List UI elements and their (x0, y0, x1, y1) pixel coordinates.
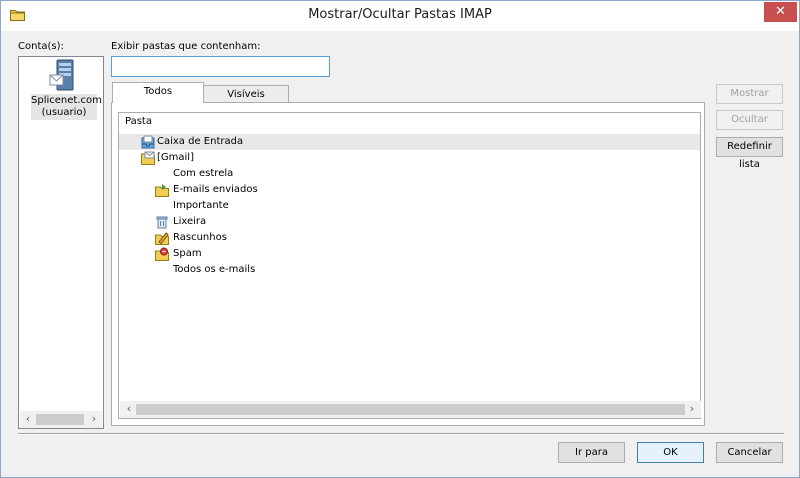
spam-icon (155, 247, 169, 261)
dialog-window: Mostrar/Ocultar Pastas IMAP ✕ Conta(s): … (0, 0, 800, 478)
scroll-thumb[interactable] (36, 414, 84, 425)
scroll-thumb[interactable] (136, 404, 685, 415)
account-name: Splicenet.com (usuario) (31, 94, 102, 120)
tree-row-label: Todos os e-mails (173, 264, 256, 275)
goto-button-label: Ir para (575, 447, 608, 458)
hide-button-label: Ocultar (731, 114, 768, 125)
scroll-left-icon[interactable]: ‹ (123, 403, 135, 415)
account-name-line1: Splicenet.com (31, 95, 102, 106)
accounts-label: Conta(s): (18, 41, 64, 52)
filter-input[interactable] (111, 56, 330, 77)
close-icon: ✕ (775, 4, 786, 19)
filter-label: Exibir pastas que contenham: (111, 41, 261, 52)
window-title: Mostrar/Ocultar Pastas IMAP (308, 7, 492, 22)
reset-list-button[interactable]: Redefinir lista (716, 137, 783, 170)
tree-row-label: Rascunhos (173, 232, 227, 243)
drafts-icon (155, 232, 169, 245)
folder-tree-hscrollbar[interactable]: ‹ › (120, 401, 701, 418)
account-item[interactable]: Splicenet.com (usuario) (31, 59, 102, 120)
tree-row-label: Caixa de Entrada (157, 136, 244, 147)
account-name-line2: (usuario) (41, 107, 87, 118)
tree-row-sent[interactable]: E-mails enviados (119, 182, 700, 198)
tree-row-all-mail[interactable]: Todos os e-mails (119, 262, 700, 278)
show-button[interactable]: Mostrar (716, 84, 783, 104)
server-icon (49, 59, 74, 91)
hide-button[interactable]: Ocultar (716, 110, 783, 130)
ok-button[interactable]: OK (637, 442, 704, 463)
scroll-right-icon[interactable]: › (686, 403, 698, 415)
folder-tree[interactable]: Pasta Caixa de Entrada [Gmail] Com estre… (118, 112, 701, 419)
goto-button[interactable]: Ir para (558, 442, 625, 463)
separator (18, 433, 784, 435)
tree-row-label: Importante (173, 200, 229, 211)
tree-row-spam[interactable]: Spam (119, 246, 700, 262)
tree-row-drafts[interactable]: Rascunhos (119, 230, 700, 246)
tree-row-gmail[interactable]: [Gmail] (119, 150, 700, 166)
tree-row-starred[interactable]: Com estrela (119, 166, 700, 182)
tree-row-label: Lixeira (173, 216, 207, 227)
reset-list-button-label: Redefinir lista (727, 141, 772, 170)
title-bar: Mostrar/Ocultar Pastas IMAP ✕ (1, 1, 799, 31)
scroll-left-icon[interactable]: ‹ (22, 413, 34, 425)
tab-visiveis-label: Visíveis (227, 89, 265, 100)
sent-folder-icon (155, 184, 169, 197)
mail-folder-icon (141, 151, 155, 165)
trash-icon (156, 216, 168, 229)
scroll-right-icon[interactable]: › (88, 413, 100, 425)
tree-row-important[interactable]: Importante (119, 198, 700, 214)
tab-todos[interactable]: Todos (112, 82, 204, 103)
cancel-button[interactable]: Cancelar (716, 442, 783, 463)
tab-todos-label: Todos (143, 86, 173, 97)
show-button-label: Mostrar (730, 88, 769, 99)
tree-row-label: [Gmail] (157, 152, 194, 163)
ok-button-label: OK (663, 447, 678, 458)
tree-row-inbox[interactable]: Caixa de Entrada (119, 134, 700, 150)
tree-row-label: Spam (173, 248, 202, 259)
close-button[interactable]: ✕ (764, 2, 797, 22)
folder-column-header: Pasta (125, 116, 152, 127)
inbox-icon (141, 135, 155, 149)
tree-row-trash[interactable]: Lixeira (119, 214, 700, 230)
account-list-hscrollbar[interactable]: ‹ › (20, 411, 102, 428)
tree-row-label: E-mails enviados (173, 184, 258, 195)
cancel-button-label: Cancelar (727, 447, 772, 458)
tree-row-label: Com estrela (173, 168, 234, 179)
account-list[interactable]: Splicenet.com (usuario) ‹ › (18, 56, 104, 429)
